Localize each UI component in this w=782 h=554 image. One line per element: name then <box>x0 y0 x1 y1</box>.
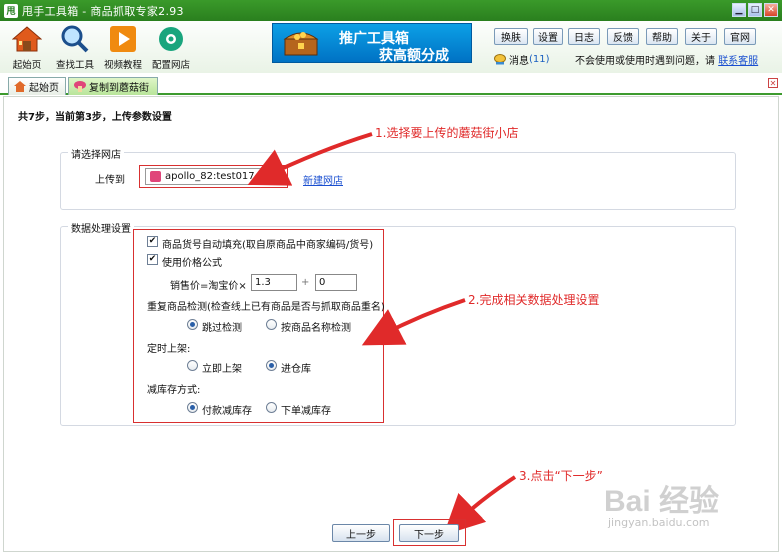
tab-label: 起始页 <box>29 83 59 94</box>
price-equation-label: 销售价=淘宝价× <box>170 281 247 292</box>
treasure-chest-icon <box>283 32 319 56</box>
stock-label: 减库存方式: <box>147 385 201 396</box>
messages-label: 消息 <box>509 56 529 67</box>
home-icon <box>11 23 43 55</box>
pay-deduct-radio[interactable] <box>187 402 198 413</box>
promo-banner[interactable]: 推广工具箱 获高额分成 <box>272 23 472 64</box>
new-shop-link[interactable]: 新建网店 <box>303 172 343 187</box>
skip-check-radio[interactable] <box>187 319 198 330</box>
duplicate-check-label: 重复商品检测(检查线上已有商品是否与抓取商品重名) <box>147 302 385 313</box>
tab-label: 复制到蘑菇街 <box>89 83 149 94</box>
app-logo: 甩 <box>4 3 18 18</box>
annotation-1: 1.选择要上传的蘑菇街小店 <box>375 126 519 140</box>
tab-bar: 起始页 复制到蘑菇街 <box>0 73 782 95</box>
addend-input[interactable]: 0 <box>315 274 357 291</box>
step-indicator: 共7步，当前第3步，上传参数设置 <box>18 112 172 123</box>
baidu-watermark: Bai 经验 jingyan.baidu.com <box>604 472 764 532</box>
check-by-name-label: 按商品名称检测 <box>281 323 351 334</box>
help-button[interactable]: 帮助 <box>646 28 678 45</box>
skin-button[interactable]: 换肤 <box>494 28 528 45</box>
price-formula-checkbox[interactable]: ✔ <box>147 254 158 265</box>
skip-check-label: 跳过检测 <box>202 323 242 334</box>
auto-fill-label: 商品货号自动填充(取自原商品中商家编码/货号) <box>162 240 374 251</box>
upload-to-label: 上传到 <box>95 175 125 186</box>
close-tab-icon[interactable]: ✕ <box>768 78 778 88</box>
messages-link[interactable]: 消息 (11) <box>494 52 550 67</box>
messages-count: (11) <box>529 54 550 65</box>
tab-copy-to-mogujie[interactable]: 复制到蘑菇街 <box>68 77 158 95</box>
shop-group-title: 请选择网店 <box>68 146 124 161</box>
warehouse-radio[interactable] <box>266 360 277 371</box>
check-by-name-radio[interactable] <box>266 319 277 330</box>
annotation-3: 3.点击“下一步” <box>519 469 603 483</box>
maximize-button[interactable]: □ <box>748 3 762 17</box>
price-formula-label: 使用价格公式 <box>162 258 222 269</box>
help-line: 不会使用或使用时遇到问题，请 联系客服 <box>575 52 758 67</box>
tool-label: 查找工具 <box>55 60 94 71</box>
window-title: 甩手工具箱 - 商品抓取专家2.93 <box>22 4 184 18</box>
multiplier-input[interactable]: 1.3 <box>251 274 297 291</box>
selected-shop: apollo_82:test017 <box>165 171 255 182</box>
next-step-button[interactable]: 下一步 <box>399 524 459 542</box>
minimize-button[interactable]: ▁ <box>732 3 746 17</box>
watermark-url: jingyan.baidu.com <box>608 516 710 529</box>
tool-video[interactable]: 视频教程 <box>100 23 146 71</box>
title-bar: 甩 甩手工具箱 - 商品抓取专家2.93 ▁ □ ✕ <box>0 0 782 21</box>
magnifier-icon <box>59 23 91 55</box>
order-deduct-radio[interactable] <box>266 402 277 413</box>
tool-config-shop[interactable]: 配置网店 <box>148 23 194 71</box>
tab-home[interactable]: 起始页 <box>8 77 66 95</box>
watermark-logo: Bai 经验 <box>604 485 720 518</box>
data-settings-title: 数据处理设置 <box>68 220 134 235</box>
home-icon <box>14 81 26 92</box>
help-text: 不会使用或使用时遇到问题，请 <box>575 56 715 67</box>
tool-home[interactable]: 起始页 <box>4 23 50 71</box>
tool-label: 配置网店 <box>151 60 190 71</box>
mushroom-icon <box>150 171 161 182</box>
annotation-2: 2.完成相关数据处理设置 <box>468 293 600 307</box>
chevron-down-icon <box>268 175 276 180</box>
play-icon <box>107 23 139 55</box>
plus-sign: + <box>301 277 310 288</box>
about-button[interactable]: 关于 <box>685 28 717 45</box>
tool-label: 视频教程 <box>103 60 142 71</box>
toolbar: 起始页 查找工具 视频教程 配置网店 推广工具箱 获高额分成 换肤 设置 日志 … <box>0 21 782 73</box>
gear-icon <box>155 23 187 55</box>
schedule-label: 定时上架: <box>147 344 191 355</box>
shop-select[interactable]: apollo_82:test017 <box>145 168 282 185</box>
warehouse-label: 进仓库 <box>281 364 311 375</box>
list-now-label: 立即上架 <box>202 364 242 375</box>
log-button[interactable]: 日志 <box>568 28 600 45</box>
list-now-radio[interactable] <box>187 360 198 371</box>
prev-step-button[interactable]: 上一步 <box>332 524 390 542</box>
tool-label: 起始页 <box>12 60 42 71</box>
contact-support-link[interactable]: 联系客服 <box>718 56 758 67</box>
tool-find[interactable]: 查找工具 <box>52 23 98 71</box>
pay-deduct-label: 付款减库存 <box>202 406 252 417</box>
message-icon <box>494 54 506 65</box>
close-button[interactable]: ✕ <box>764 3 778 17</box>
feedback-button[interactable]: 反馈 <box>607 28 639 45</box>
settings-button[interactable]: 设置 <box>533 28 563 45</box>
mushroom-icon <box>74 81 86 92</box>
banner-line2: 获高额分成 <box>379 48 449 64</box>
order-deduct-label: 下单减库存 <box>281 406 331 417</box>
website-button[interactable]: 官网 <box>724 28 756 45</box>
auto-fill-checkbox[interactable]: ✔ <box>147 236 158 247</box>
